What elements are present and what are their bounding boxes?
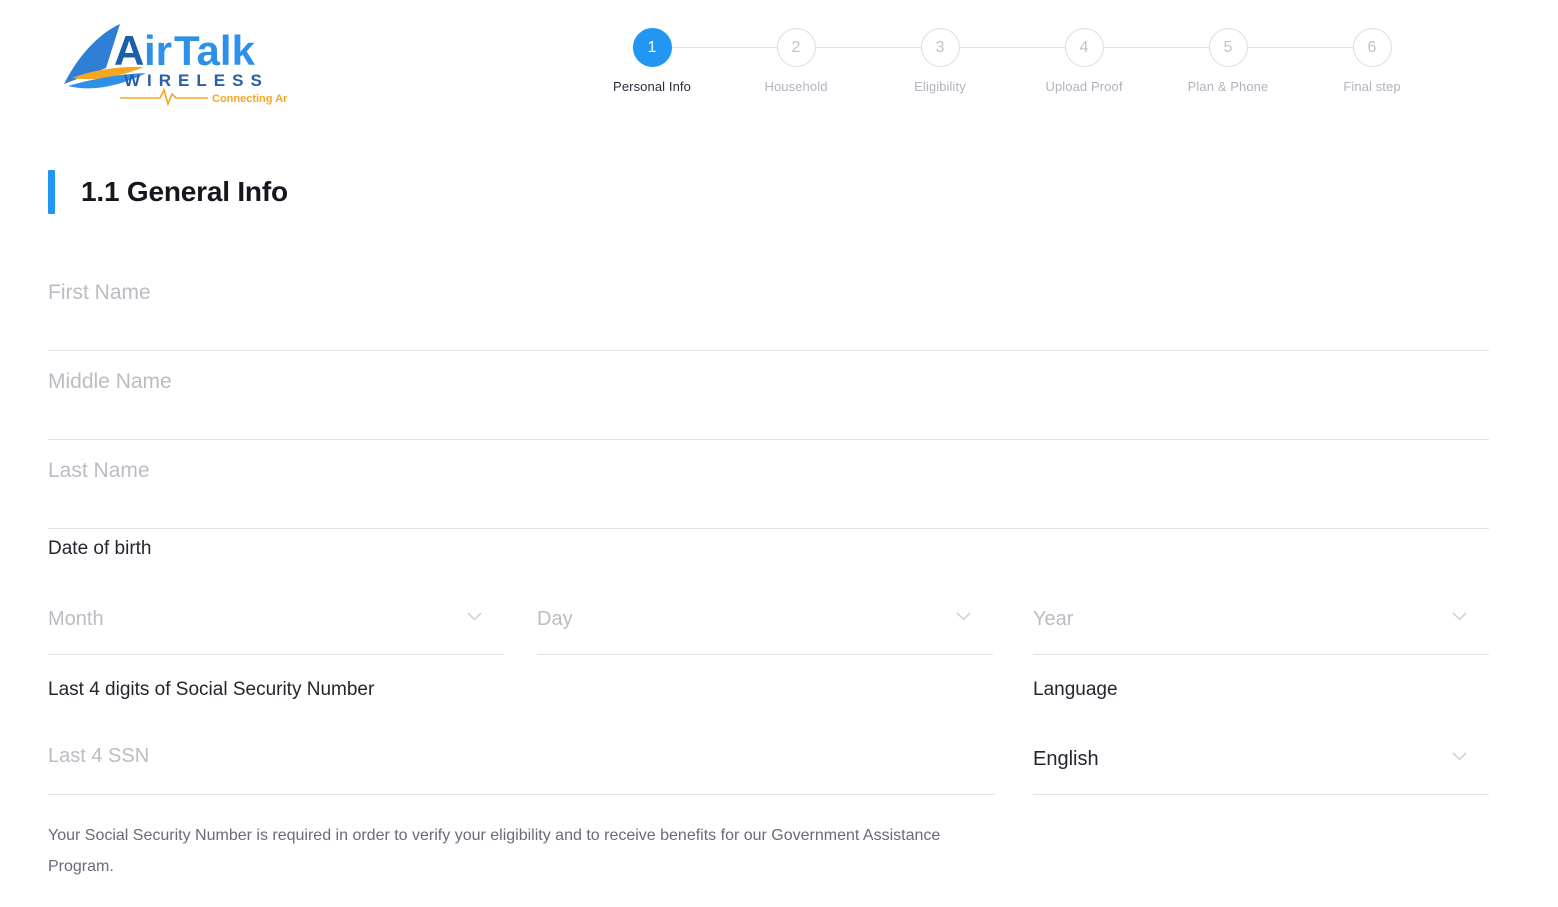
step-label-plan-phone: Plan & Phone (1187, 79, 1269, 94)
ssn-disclaimer-text: Your Social Security Number is required … (48, 827, 941, 875)
chevron-down-icon (467, 612, 482, 621)
step-number-6: 6 (1352, 28, 1392, 67)
language-select[interactable]: English (1033, 732, 1489, 795)
section-accent-bar (48, 170, 55, 214)
svg-text:ir: ir (144, 27, 172, 74)
step-plan-phone[interactable]: 5 Plan & Phone (1158, 28, 1298, 94)
step-label-personal-info: Personal Info (613, 79, 691, 94)
step-number-3: 3 (920, 28, 960, 67)
svg-text:A: A (114, 27, 144, 74)
day-select-value: Day (537, 608, 573, 630)
year-select[interactable]: Year (1033, 592, 1489, 655)
section-header: 1.1 General Info (48, 170, 288, 214)
step-number-1: 1 (632, 28, 672, 67)
step-eligibility[interactable]: 3 Eligibility (870, 28, 1010, 94)
language-select-value: English (1033, 748, 1099, 770)
middle-name-input[interactable] (48, 351, 1489, 439)
date-of-birth-row: Month Day Year (48, 592, 1489, 655)
date-of-birth-label: Date of birth (48, 538, 152, 559)
progress-stepper: 1 Personal Info 2 Household 3 Eligibilit… (582, 28, 1442, 108)
language-label: Language (1033, 679, 1118, 700)
step-label-final: Final step (1343, 79, 1401, 94)
page-header: A ir Talk WIRELESS Connecting Americans … (0, 0, 1558, 130)
page-title: 1.1 General Info (81, 176, 288, 207)
step-number-4: 4 (1064, 28, 1104, 67)
chevron-down-icon (956, 612, 971, 621)
step-number-5: 5 (1208, 28, 1248, 67)
first-name-input[interactable] (48, 262, 1489, 350)
step-final[interactable]: 6 Final step (1302, 28, 1442, 94)
year-select-value: Year (1033, 608, 1074, 630)
step-label-eligibility: Eligibility (914, 79, 966, 94)
chevron-down-icon (1452, 612, 1467, 621)
step-number-2: 2 (776, 28, 816, 67)
logo-icon: A ir Talk WIRELESS Connecting Americans (64, 24, 287, 106)
last-name-input[interactable] (48, 440, 1489, 528)
step-label-upload-proof: Upload Proof (1045, 79, 1123, 94)
registration-page: A ir Talk WIRELESS Connecting Americans … (0, 0, 1558, 907)
step-upload-proof[interactable]: 4 Upload Proof (1014, 28, 1154, 94)
first-name-field[interactable] (48, 262, 1489, 351)
last-name-field[interactable] (48, 440, 1489, 529)
month-select-value: Month (48, 608, 104, 630)
day-select[interactable]: Day (537, 592, 993, 655)
airtalk-wireless-logo[interactable]: A ir Talk WIRELESS Connecting Americans (62, 18, 287, 106)
ssn-input[interactable] (48, 732, 995, 794)
month-select[interactable]: Month (48, 592, 504, 655)
middle-name-field[interactable] (48, 351, 1489, 440)
general-info-form: Date of birth Month Day Year (48, 262, 1489, 875)
step-household[interactable]: 2 Household (726, 28, 866, 94)
svg-text:Connecting Americans: Connecting Americans (212, 93, 287, 105)
ssn-label: Last 4 digits of Social Security Number (48, 679, 375, 700)
step-label-household: Household (764, 79, 828, 94)
ssn-field[interactable] (48, 732, 995, 795)
svg-text:WIRELESS: WIRELESS (124, 71, 269, 90)
svg-text:Talk: Talk (174, 27, 256, 74)
chevron-down-icon (1452, 752, 1467, 761)
step-personal-info[interactable]: 1 Personal Info (582, 28, 722, 94)
